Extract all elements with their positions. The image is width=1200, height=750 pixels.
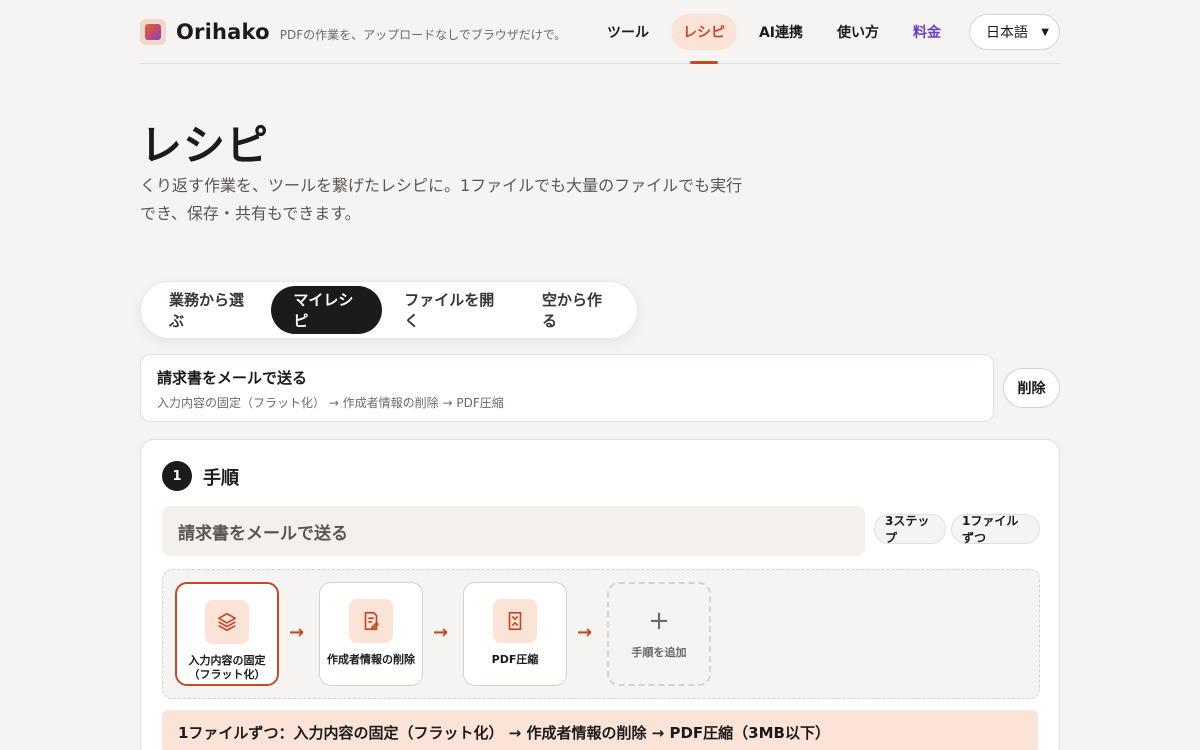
recipe-steps: 入力内容の固定（フラット化） → 作成者情報の削除 → PDF圧縮 [157, 396, 504, 410]
recipe-name-input[interactable]: 請求書をメールで送る [162, 506, 865, 556]
step-card-flatten[interactable]: 入力内容の固定（フラット化） [175, 582, 279, 686]
step-card-compress[interactable]: PDF圧縮 [463, 582, 567, 686]
recipe-card[interactable]: 請求書をメールで送る 入力内容の固定（フラット化） → 作成者情報の削除 → P… [140, 354, 994, 422]
main-nav: ツール レシピ AI連携 使い方 料金 日本語 ▼ [585, 0, 1060, 64]
tab-from-scratch[interactable]: 空から作る [520, 286, 631, 334]
mode-badge[interactable]: 1ファイルずつ [951, 514, 1040, 545]
language-select[interactable]: 日本語 ▼ [969, 14, 1060, 50]
arrow-right-icon: → [433, 622, 449, 643]
page-description: くり返す作業を、ツールを繋げたレシピに。1ファイルでも大量のファイルでも実行でき… [140, 176, 743, 223]
site-header: Orihako PDFの作業を、アップロードなしでブラウザだけで。 ツール レシ… [140, 0, 1060, 64]
arrow-right-icon: → [289, 622, 305, 643]
tab-open-file[interactable]: ファイルを開く [382, 286, 520, 334]
recipe-summary: 1ファイルずつ：入力内容の固定（フラット化） → 作成者情報の削除 → PDF圧… [162, 710, 1038, 750]
page-title: レシピ [140, 121, 270, 170]
step-label: 入力内容の固定（フラット化） [188, 654, 266, 681]
recipe-name: 請求書をメールで送る [157, 369, 308, 387]
step-flow: 入力内容の固定（フラット化） → 作成者情報の削除 → PDF圧縮 → + 手順… [162, 569, 1040, 699]
tagline: PDFの作業を、アップロードなしでブラウザだけで。 [279, 28, 567, 42]
language-value: 日本語 [986, 25, 1028, 41]
steps-heading: 手順 [203, 468, 239, 489]
brand-name[interactable]: Orihako [176, 20, 270, 44]
add-step-button[interactable]: + 手順を追加 [607, 582, 711, 686]
step-label: 作成者情報の削除 [327, 653, 415, 666]
delete-button[interactable]: 削除 [1003, 368, 1060, 408]
arrow-right-icon: → [577, 622, 593, 643]
tab-by-business[interactable]: 業務から選ぶ [147, 286, 271, 334]
compress-icon [493, 599, 537, 643]
steps-panel: 1 手順 請求書をメールで送る 3ステップ 1ファイルずつ 入力内容の固定（フラ… [140, 439, 1060, 750]
plus-icon: + [648, 606, 670, 636]
nav-howto[interactable]: 使い方 [825, 14, 891, 50]
tab-my-recipes[interactable]: マイレシピ [271, 286, 383, 334]
recipe-tabs: 業務から選ぶ マイレシピ ファイルを開く 空から作る [140, 281, 638, 339]
nav-ai[interactable]: AI連携 [747, 14, 815, 50]
step-number: 1 [162, 461, 192, 491]
step-count-badge: 3ステップ [874, 514, 946, 545]
add-step-label: 手順を追加 [631, 646, 687, 659]
chevron-down-icon: ▼ [1041, 26, 1049, 38]
nav-recipes[interactable]: レシピ [670, 14, 737, 50]
step-card-remove-author[interactable]: 作成者情報の削除 [319, 582, 423, 686]
nav-pricing[interactable]: 料金 [901, 14, 953, 50]
document-edit-icon [349, 599, 393, 643]
layers-icon [205, 600, 249, 644]
nav-tools[interactable]: ツール [595, 14, 661, 50]
step-label: PDF圧縮 [491, 653, 539, 666]
logo-icon[interactable] [140, 18, 166, 45]
